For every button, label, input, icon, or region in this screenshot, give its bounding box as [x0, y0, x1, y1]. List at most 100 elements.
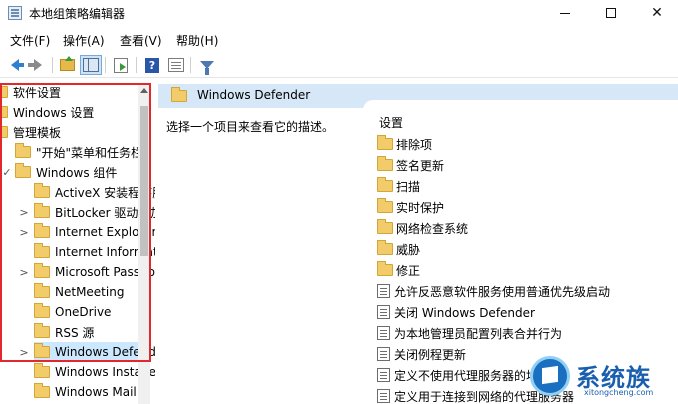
folder-icon — [377, 219, 393, 234]
minimize-button[interactable] — [542, 0, 588, 26]
list-item-label: 为本地管理员配置列表合并行为 — [394, 326, 563, 341]
folder-icon — [34, 283, 50, 298]
policy-setting-icon — [377, 368, 390, 382]
tree-item-admin-templates[interactable]: 管理模板 — [0, 122, 61, 142]
list-item-label: 签名更新 — [396, 158, 445, 173]
tree-item-windows-defender[interactable]: > Windows Defender — [19, 342, 155, 362]
menu-action[interactable]: 操作(A) — [63, 32, 105, 49]
tree-item-windows-mail[interactable]: Windows Mail — [34, 382, 137, 402]
tree-item-windows-installer[interactable]: Windows Installer — [34, 362, 155, 382]
tree-item-internet-explorer[interactable]: > Internet Explorer — [19, 222, 155, 242]
scroll-up-arrow-icon[interactable] — [140, 88, 148, 93]
tree-item-label: OneDrive — [55, 305, 112, 319]
policy-setting-icon — [377, 284, 390, 298]
folder-icon — [34, 183, 50, 198]
tree-item-start-menu[interactable]: "开始"菜单和任务栏 — [15, 142, 143, 162]
filter-icon — [200, 61, 214, 75]
tree-item-label: RSS 源 — [55, 325, 95, 340]
list-setting-local-admin-merge[interactable]: 为本地管理员配置列表合并行为 — [377, 323, 562, 343]
expanded-chevron-icon[interactable]: ✓ — [2, 166, 12, 179]
folder-icon — [15, 163, 31, 178]
tree-item-software-settings[interactable]: 软件设置 — [0, 84, 61, 102]
tree-item-iis[interactable]: Internet Information Services — [34, 242, 155, 262]
tree-item-activex[interactable]: ActiveX 安装程序服务 — [34, 182, 155, 202]
list-item-label: 排除项 — [396, 137, 433, 152]
show-hide-tree-icon — [83, 58, 99, 72]
list-item-label: 网络检查系统 — [396, 221, 469, 236]
folder-icon — [377, 177, 393, 192]
close-button[interactable]: ✕ — [634, 0, 678, 26]
tree-item-label: Windows Mail — [55, 385, 137, 399]
list-setting-turn-off-defender[interactable]: 关闭 Windows Defender — [377, 302, 535, 322]
site-watermark: 系统族 xitongcheng.com — [528, 352, 678, 404]
list-item-label: 定义不使用代理服务器的地址 — [394, 368, 551, 383]
chevron-right-icon[interactable]: > — [19, 266, 29, 279]
watermark-url: xitongcheng.com — [584, 388, 654, 397]
show-hide-tree-button[interactable] — [80, 55, 102, 75]
folder-icon — [34, 203, 50, 218]
list-item-label: 修正 — [396, 263, 421, 278]
tree-item-onedrive[interactable]: OneDrive — [34, 302, 111, 322]
menu-view[interactable]: 查看(V) — [120, 32, 162, 49]
list-setting-turn-off-routine-remediation[interactable]: 关闭例程更新 — [377, 344, 466, 364]
close-icon: ✕ — [651, 5, 663, 21]
list-folder-network-inspection[interactable]: 网络检查系统 — [377, 218, 468, 238]
tree-item-label: 管理模板 — [13, 125, 62, 140]
menu-help[interactable]: 帮助(H) — [176, 32, 218, 49]
folder-icon — [377, 198, 393, 213]
tree-item-windows-settings[interactable]: Windows 设置 — [0, 102, 94, 122]
folder-icon — [34, 343, 50, 358]
details-header-title: Windows Defender — [197, 88, 311, 102]
folder-icon — [34, 363, 50, 378]
chevron-right-icon[interactable]: > — [19, 346, 29, 359]
maximize-icon — [606, 8, 616, 18]
tree-item-label: NetMeeting — [55, 285, 125, 299]
properties-icon — [168, 58, 184, 72]
forward-arrow-icon — [28, 59, 42, 71]
properties-button[interactable] — [166, 56, 186, 74]
export-list-icon — [114, 57, 128, 73]
list-item-label: 关闭例程更新 — [394, 347, 467, 362]
chevron-right-icon[interactable]: > — [19, 226, 29, 239]
tree-item-rss[interactable]: RSS 源 — [34, 322, 94, 342]
up-one-level-button[interactable] — [57, 56, 77, 74]
list-folder-exclusions[interactable]: 排除项 — [377, 134, 432, 154]
help-icon: ? — [145, 57, 159, 73]
list-item-label: 实时保护 — [396, 200, 445, 215]
help-button[interactable]: ? — [142, 56, 162, 74]
folder-icon — [34, 243, 50, 258]
folder-icon — [34, 323, 50, 338]
column-header-settings[interactable]: 设置 — [379, 114, 403, 131]
tree-item-label: Windows 组件 — [36, 165, 118, 180]
tree-item-windows-components[interactable]: ✓ Windows 组件 — [2, 162, 118, 182]
back-button[interactable] — [5, 56, 25, 74]
filter-button[interactable] — [197, 56, 217, 75]
tree-item-bitlocker[interactable]: > BitLocker 驱动器加密 — [19, 202, 155, 222]
minimize-icon — [560, 12, 570, 14]
tree-scrollbar[interactable] — [138, 84, 150, 404]
folder-icon — [171, 87, 187, 102]
list-folder-threats[interactable]: 威胁 — [377, 239, 420, 259]
list-folder-remediation[interactable]: 修正 — [377, 260, 420, 280]
list-setting-antimalware-normal-priority[interactable]: 允许反恶意软件服务使用普通优先级启动 — [377, 281, 610, 301]
folder-icon — [34, 303, 50, 318]
forward-button[interactable] — [28, 56, 48, 74]
watermark-logo-icon — [530, 356, 570, 396]
tree-item-netmeeting[interactable]: NetMeeting — [34, 282, 124, 302]
policy-setting-icon — [377, 347, 390, 361]
list-item-label: 威胁 — [396, 242, 421, 257]
list-folder-scan[interactable]: 扫描 — [377, 176, 420, 196]
menu-file[interactable]: 文件(F) — [10, 32, 50, 49]
chevron-right-icon[interactable]: > — [19, 206, 29, 219]
list-folder-signature-updates[interactable]: 签名更新 — [377, 155, 444, 175]
tree-scrollbar-thumb[interactable] — [140, 106, 148, 256]
export-list-button[interactable] — [111, 56, 131, 74]
maximize-button[interactable] — [588, 0, 634, 26]
folder-icon — [34, 263, 50, 278]
tree-item-microsoft-passport[interactable]: > Microsoft Passport for Work — [19, 262, 155, 282]
list-item-label: 扫描 — [396, 179, 421, 194]
description-text: 选择一个项目来查看它的描述。 — [166, 120, 335, 134]
list-setting-proxy-bypass[interactable]: 定义不使用代理服务器的地址 — [377, 365, 550, 385]
list-folder-real-time-protection[interactable]: 实时保护 — [377, 197, 444, 217]
tree-item-label: Windows 设置 — [13, 105, 95, 120]
